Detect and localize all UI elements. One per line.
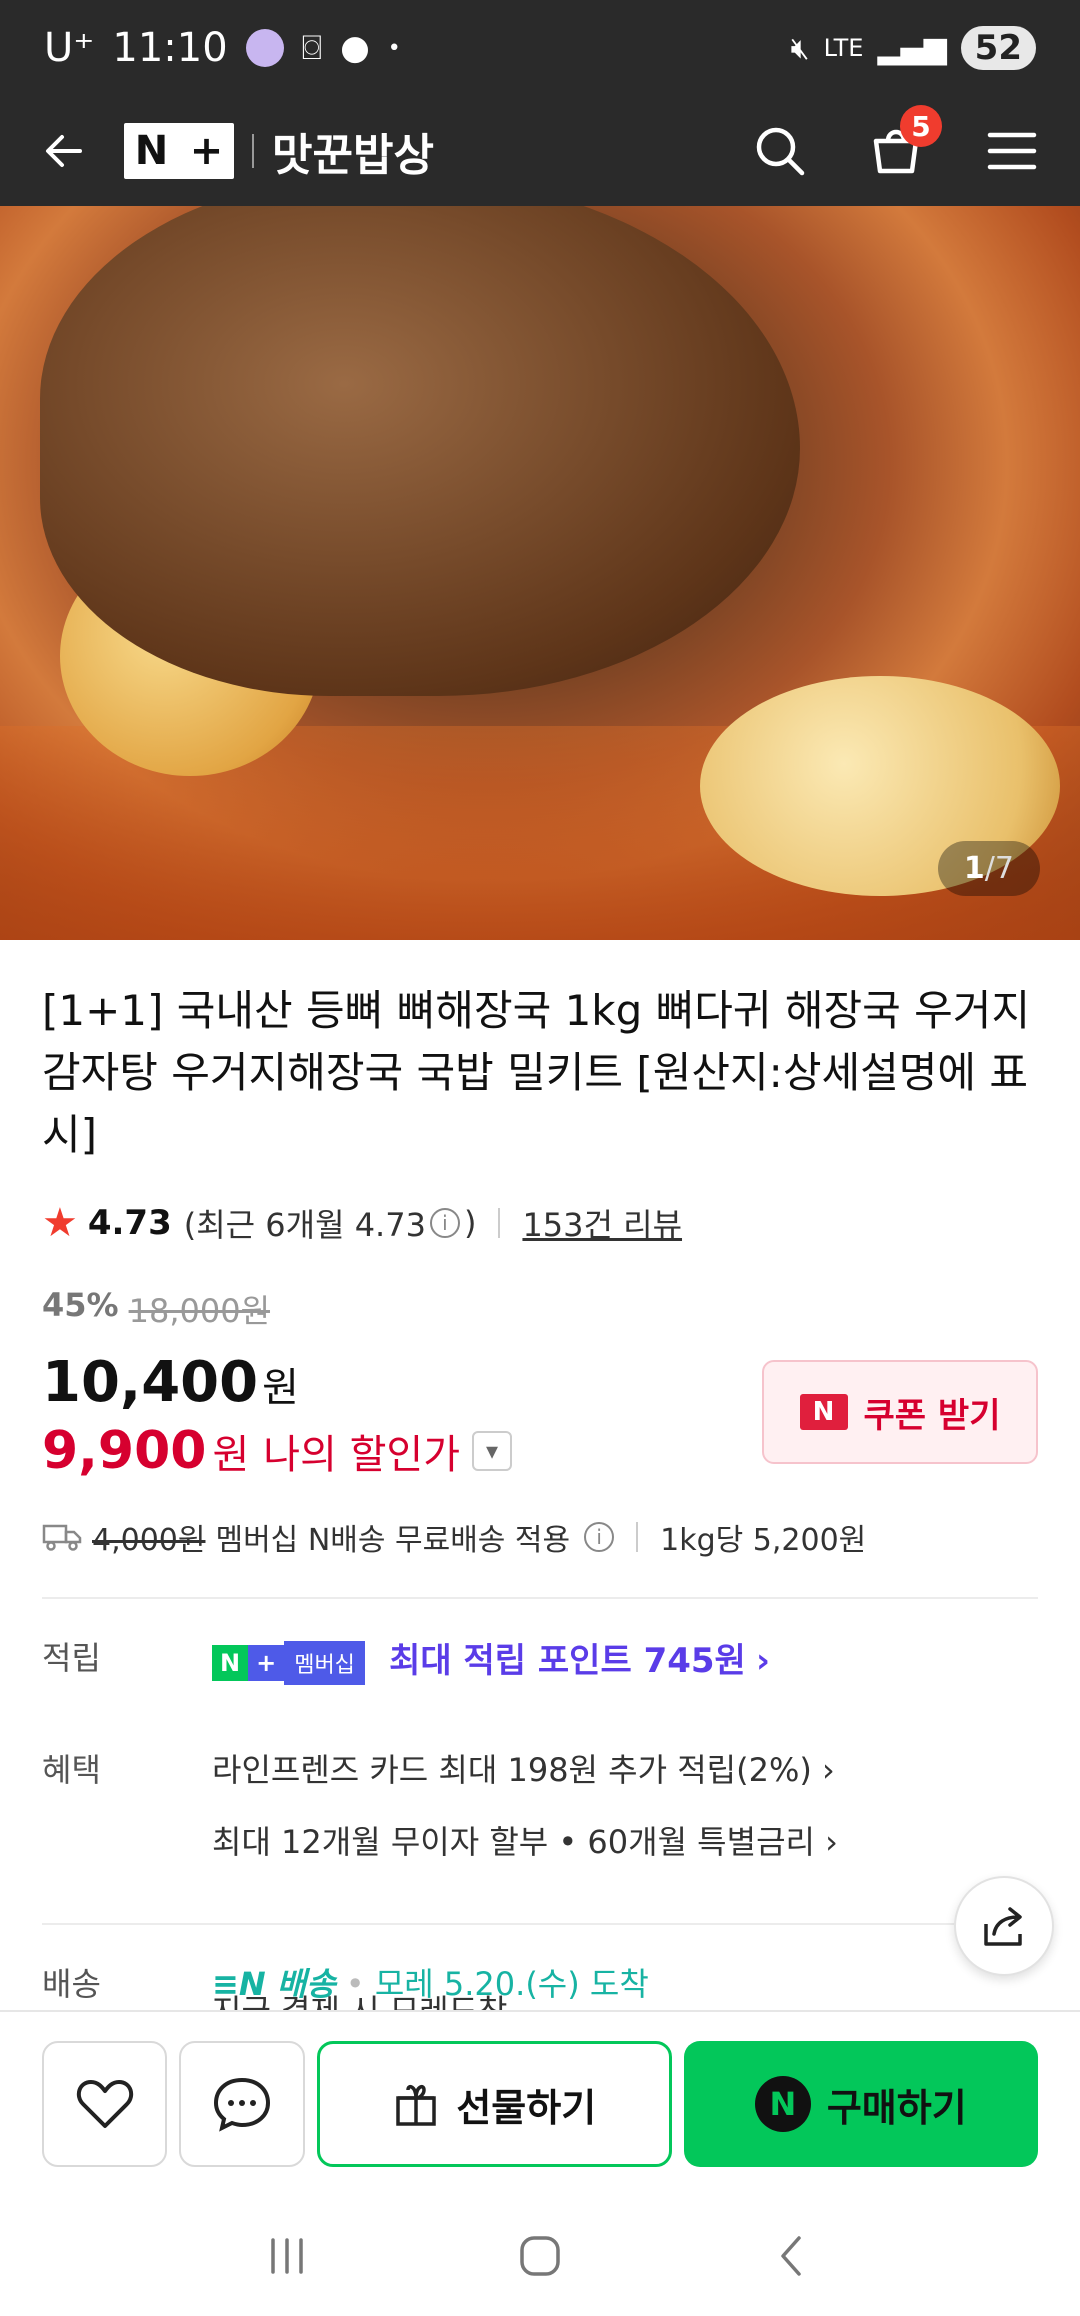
- logo-divider: [252, 134, 254, 168]
- store-name: 맛꾼밥상: [272, 130, 434, 181]
- coupon-button[interactable]: N 쿠폰 받기: [762, 1360, 1038, 1464]
- search-icon[interactable]: [752, 123, 808, 179]
- coupon-label: 쿠폰 받기: [863, 1395, 1001, 1436]
- points-row[interactable]: 적립 N + 멤버십 최대 적립 포인트 745원 ›: [42, 1633, 1038, 1711]
- product-title: [1+1] 국내산 등뼈 뼈해장국 1kg 뼈다귀 해장국 우거지 감자탕 우거…: [42, 986, 1031, 1159]
- buy-label: 구매하기: [826, 2085, 967, 2130]
- network-label: LTE: [823, 34, 864, 62]
- message-icon: ●: [340, 28, 370, 68]
- image-counter-total: /7: [984, 851, 1014, 886]
- share-icon: [984, 1907, 1022, 1946]
- recent-rating: (최근 6개월 4.73: [183, 1206, 426, 1244]
- share-button[interactable]: [954, 1876, 1054, 1976]
- rating-row: ★ 4.73 (최근 6개월 4.73 i ) 153건 리뷰: [42, 1200, 1038, 1246]
- shipping-fee-text: 멤버십 N배송 무료배송 적용: [215, 1523, 571, 1558]
- home-icon[interactable]: [516, 2232, 564, 2280]
- star-icon: ★: [42, 1200, 78, 1246]
- chevron-right-icon: ›: [825, 1823, 838, 1861]
- carrier-label: U⁺: [44, 25, 95, 71]
- membership-badge-label: 멤버십: [284, 1641, 365, 1685]
- chat-button[interactable]: [179, 2041, 305, 2167]
- benefit-item-1: 라인프렌즈 카드 최대 198원 추가 적립(2%): [212, 1751, 812, 1789]
- section-divider: [42, 1923, 1038, 1925]
- bottom-action-bar: 선물하기 N 구매하기: [0, 2010, 1080, 2196]
- discount-rate: 45%: [42, 1286, 119, 1324]
- product-details: [1+1] 국내산 등뼈 뼈해장국 1kg 뼈다귀 해장국 우거지 감자탕 우거…: [42, 940, 1038, 2065]
- chevron-right-icon: ›: [822, 1751, 835, 1789]
- chevron-right-icon: ›: [756, 1641, 771, 1681]
- battery-indicator: 52: [960, 26, 1036, 70]
- membership-plus-icon: +: [248, 1645, 285, 1681]
- heart-icon: [76, 2080, 133, 2128]
- divider: [498, 1208, 501, 1238]
- recent-apps-icon[interactable]: [263, 2232, 311, 2280]
- price-block: 10,400 원 9,900 원 나의 할인가 ▾ N 쿠폰 받기: [42, 1350, 1038, 1481]
- chevron-down-icon[interactable]: ▾: [472, 1431, 513, 1471]
- membership-badge: N + 멤버십: [212, 1641, 365, 1685]
- hamburger-menu-icon[interactable]: [984, 123, 1040, 179]
- gift-icon: [396, 2085, 437, 2126]
- divider: [636, 1522, 639, 1552]
- product-image-carousel[interactable]: 1/7: [0, 206, 1080, 940]
- old-shipping-fee: 4,000원: [92, 1523, 206, 1558]
- hero-meat: [40, 206, 800, 696]
- image-counter-current: 1: [963, 851, 985, 886]
- benefit-label: 혜택: [42, 1751, 101, 1789]
- cart-button[interactable]: 5: [868, 105, 942, 181]
- buy-button[interactable]: N 구매하기: [683, 2041, 1038, 2167]
- image-counter: 1/7: [937, 841, 1040, 896]
- benefit-row: 혜택 라인프렌즈 카드 최대 198원 추가 적립(2%) › 최대 12개월 …: [42, 1745, 1038, 1889]
- original-price: 18,000원: [128, 1292, 271, 1330]
- notification-icon: [245, 29, 284, 67]
- discount-row: 45% 18,000원: [42, 1286, 1038, 1332]
- mute-icon: 🔇︎: [790, 30, 810, 66]
- gift-button[interactable]: 선물하기: [316, 2041, 672, 2167]
- screenshot-icon: ⌼: [301, 28, 323, 68]
- truck-icon: [42, 1524, 82, 1551]
- signal-icon: ▂▄▆: [877, 30, 947, 66]
- system-navigation-bar: [0, 2196, 1080, 2316]
- app-bar: N + 맛꾼밥상 5: [0, 96, 1080, 206]
- unit-price: 1kg당 5,200원: [660, 1523, 867, 1558]
- benefit-item-2: 최대 12개월 무이자 할부 • 60개월 특별금리: [212, 1823, 815, 1861]
- rating-value: 4.73: [87, 1203, 172, 1243]
- delivery-sub-text: 지금 결제 시 모레도착: [212, 1986, 507, 2010]
- my-price-unit: 원: [212, 1432, 250, 1478]
- shipping-row: 4,000원 멤버십 N배송 무료배송 적용 i 1kg당 5,200원: [42, 1515, 1038, 1559]
- points-label: 적립: [42, 1639, 101, 1677]
- info-grid: 적립 N + 멤버십 최대 적립 포인트 745원 › 혜택 라인프렌즈 카드 최대…: [42, 1633, 1038, 2031]
- price-value: 10,400: [42, 1350, 259, 1415]
- back-arrow-icon[interactable]: [40, 127, 88, 175]
- my-price-label: 나의 할인가: [263, 1432, 461, 1478]
- section-divider: [42, 1597, 1038, 1599]
- naver-plus-logo: N +: [124, 123, 234, 179]
- max-points: 최대 적립 포인트 745원: [389, 1641, 746, 1681]
- wishlist-button[interactable]: [42, 2041, 168, 2167]
- benefit-item[interactable]: 최대 12개월 무이자 할부 • 60개월 특별금리 ›: [212, 1817, 1038, 1863]
- coupon-n-icon: N: [799, 1394, 848, 1430]
- recent-rating-close: ): [463, 1204, 477, 1242]
- gift-label: 선물하기: [456, 2085, 597, 2130]
- membership-n-icon: N: [212, 1645, 249, 1681]
- cart-count-badge: 5: [900, 105, 942, 147]
- benefit-item[interactable]: 라인프렌즈 카드 최대 198원 추가 적립(2%) ›: [212, 1745, 1038, 1791]
- chat-bubble-icon: [214, 2077, 271, 2132]
- shipping-info-icon[interactable]: i: [584, 1522, 615, 1552]
- more-dot-icon: •: [387, 35, 401, 61]
- price-unit: 원: [262, 1365, 299, 1411]
- store-logo[interactable]: N + 맛꾼밥상: [124, 119, 434, 183]
- clock: 11:10: [112, 25, 228, 71]
- review-count-link[interactable]: 153건 리뷰: [522, 1200, 682, 1246]
- back-icon[interactable]: [769, 2232, 817, 2280]
- my-price-value: 9,900: [42, 1421, 207, 1481]
- status-bar: U⁺ 11:10 ⌼ ● • 🔇︎ LTE ▂▄▆ 52: [0, 0, 1080, 96]
- info-icon[interactable]: i: [429, 1208, 460, 1238]
- delivery-label: 배송: [42, 1965, 101, 2003]
- naver-pay-n-icon: N: [754, 2076, 811, 2132]
